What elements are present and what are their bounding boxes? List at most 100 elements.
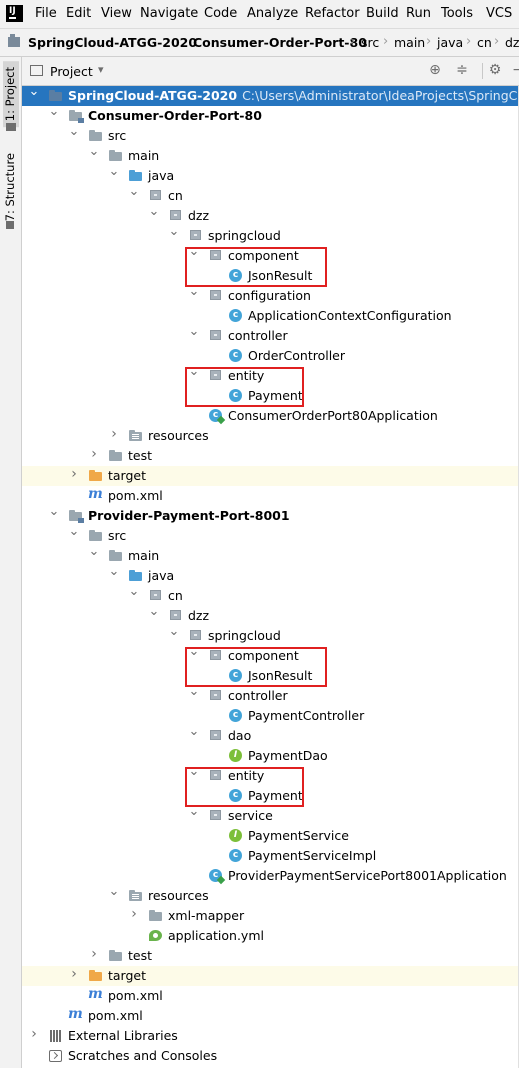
tree-row[interactable]: ⌄ dzz [22, 205, 519, 226]
chevron-down-icon[interactable]: ⌄ [168, 625, 180, 638]
tree-row[interactable]: m pom.xml [22, 486, 519, 506]
tree-row[interactable]: c ApplicationContextConfiguration [22, 306, 519, 326]
tree-row[interactable]: ⌄ cn [22, 185, 519, 206]
tree-row[interactable]: m pom.xml [22, 986, 519, 1006]
tab-project[interactable]: 1: Project [3, 61, 19, 128]
tree-row[interactable]: ⌄ Consumer-Order-Port-80 [22, 105, 519, 126]
tree-row[interactable]: c PaymentController [22, 706, 519, 726]
chevron-right-icon[interactable]: › [88, 447, 100, 461]
minimize-icon[interactable]: − [510, 62, 519, 78]
chevron-down-icon[interactable]: ⌄ [68, 525, 80, 538]
tree-row[interactable]: ⌄ main [22, 545, 519, 566]
chevron-down-icon[interactable]: ▾ [98, 63, 104, 76]
chevron-right-icon[interactable]: › [68, 967, 80, 981]
project-view-title[interactable]: Project [50, 64, 93, 79]
breadcrumb-project[interactable]: SpringCloud-ATGG-2020 [28, 35, 197, 50]
tree-row[interactable]: ⌄ src [22, 125, 519, 146]
chevron-down-icon[interactable]: ⌄ [188, 645, 200, 658]
tree-row[interactable]: application.yml [22, 926, 519, 946]
tree-row[interactable]: c PaymentServiceImpl [22, 846, 519, 866]
breadcrumb-cn[interactable]: cn [477, 35, 492, 50]
chevron-down-icon[interactable]: ⌄ [108, 565, 120, 578]
tree-row[interactable]: c OrderController [22, 346, 519, 366]
tree-row[interactable]: ⌄ controller [22, 325, 519, 346]
tree-row[interactable]: ⌄ src [22, 525, 519, 546]
tree-row[interactable]: Scratches and Consoles [22, 1046, 519, 1066]
chevron-down-icon[interactable]: ⌄ [188, 805, 200, 818]
menu-tools[interactable]: Tools [441, 6, 473, 21]
chevron-down-icon[interactable]: ⌄ [108, 885, 120, 898]
menu-run[interactable]: Run [406, 6, 431, 21]
tree-row[interactable]: ⌄ java [22, 165, 519, 186]
tree-row[interactable]: ⌄ component [22, 645, 519, 666]
collapse-all-icon[interactable]: ≑ [454, 62, 470, 78]
tree-row[interactable]: › target [22, 466, 519, 486]
tree-row[interactable]: ⌄ entity [22, 765, 519, 786]
tree-row[interactable]: ⌄ springcloud [22, 225, 519, 246]
tree-row[interactable]: c JsonResult [22, 666, 519, 686]
tree-row[interactable]: c ProviderPaymentServicePort8001Applicati… [22, 866, 519, 886]
tree-row[interactable]: ⌄ cn [22, 585, 519, 606]
tree-row[interactable]: ⌄ dzz [22, 605, 519, 626]
tree-row[interactable]: ⌄ entity [22, 365, 519, 386]
menu-vcs[interactable]: VCS [486, 6, 512, 21]
breadcrumb-src[interactable]: src [361, 35, 379, 50]
tree-row[interactable]: ⌄ SpringCloud-ATGG-2020 C:\Users\Administr… [22, 86, 519, 106]
menu-edit[interactable]: Edit [66, 6, 91, 21]
chevron-down-icon[interactable]: ⌄ [88, 145, 100, 158]
menu-refactor[interactable]: Refactor [305, 6, 360, 21]
tree-row[interactable]: ⌄ service [22, 805, 519, 826]
chevron-down-icon[interactable]: ⌄ [128, 185, 140, 198]
tree-row[interactable]: c ConsumerOrderPort80Application [22, 406, 519, 426]
chevron-right-icon[interactable]: › [128, 907, 140, 921]
project-tree[interactable]: ⌄ SpringCloud-ATGG-2020 C:\Users\Administr… [22, 86, 519, 1068]
chevron-down-icon[interactable]: ⌄ [108, 165, 120, 178]
chevron-down-icon[interactable]: ⌄ [188, 285, 200, 298]
tree-row[interactable]: ⌄ configuration [22, 285, 519, 306]
tree-row[interactable]: c JsonResult [22, 266, 519, 286]
tree-row[interactable]: c Payment [22, 786, 519, 806]
chevron-down-icon[interactable]: ⌄ [188, 725, 200, 738]
chevron-down-icon[interactable]: ⌄ [188, 325, 200, 338]
chevron-down-icon[interactable]: ⌄ [48, 105, 60, 118]
chevron-down-icon[interactable]: ⌄ [148, 605, 160, 618]
menu-code[interactable]: Code [204, 6, 237, 21]
breadcrumb-dzz[interactable]: dzz [505, 35, 519, 50]
tree-row[interactable]: ⌄ resources [22, 885, 519, 906]
chevron-right-icon[interactable]: › [68, 467, 80, 481]
tree-row[interactable]: ⌄ springcloud [22, 625, 519, 646]
target-icon[interactable]: ⊕ [427, 62, 443, 78]
tree-row[interactable]: › xml-mapper [22, 906, 519, 926]
tree-row[interactable]: › target [22, 966, 519, 986]
tree-row[interactable]: ⌄ Provider-Payment-Port-8001 [22, 505, 519, 526]
chevron-right-icon[interactable]: › [108, 427, 120, 441]
gear-icon[interactable]: ⚙ [487, 62, 503, 78]
tree-row[interactable]: c Payment [22, 386, 519, 406]
chevron-down-icon[interactable]: ⌄ [48, 505, 60, 518]
chevron-down-icon[interactable]: ⌄ [188, 365, 200, 378]
menu-file[interactable]: File [35, 6, 57, 21]
tree-row[interactable]: › test [22, 446, 519, 466]
chevron-down-icon[interactable]: ⌄ [88, 545, 100, 558]
breadcrumb-main[interactable]: main [394, 35, 425, 50]
chevron-down-icon[interactable]: ⌄ [28, 86, 40, 98]
tree-row[interactable]: ⌄ java [22, 565, 519, 586]
tree-row[interactable]: m pom.xml [22, 1006, 519, 1026]
chevron-down-icon[interactable]: ⌄ [168, 225, 180, 238]
menu-view[interactable]: View [101, 6, 132, 21]
menu-build[interactable]: Build [366, 6, 399, 21]
chevron-down-icon[interactable]: ⌄ [68, 125, 80, 138]
chevron-down-icon[interactable]: ⌄ [128, 585, 140, 598]
tree-row[interactable]: ⌄ controller [22, 685, 519, 706]
tree-row[interactable]: ⌄ dao [22, 725, 519, 746]
chevron-right-icon[interactable]: › [28, 1027, 40, 1041]
tree-row[interactable]: ⌄ component [22, 245, 519, 266]
tree-row[interactable]: › External Libraries [22, 1026, 519, 1046]
menu-analyze[interactable]: Analyze [247, 6, 298, 21]
chevron-down-icon[interactable]: ⌄ [188, 245, 200, 258]
breadcrumb-module[interactable]: Consumer-Order-Port-80 [193, 35, 367, 50]
chevron-down-icon[interactable]: ⌄ [148, 205, 160, 218]
tree-row[interactable]: I PaymentService [22, 826, 519, 846]
menu-navigate[interactable]: Navigate [140, 6, 198, 21]
tree-row[interactable]: › test [22, 946, 519, 966]
